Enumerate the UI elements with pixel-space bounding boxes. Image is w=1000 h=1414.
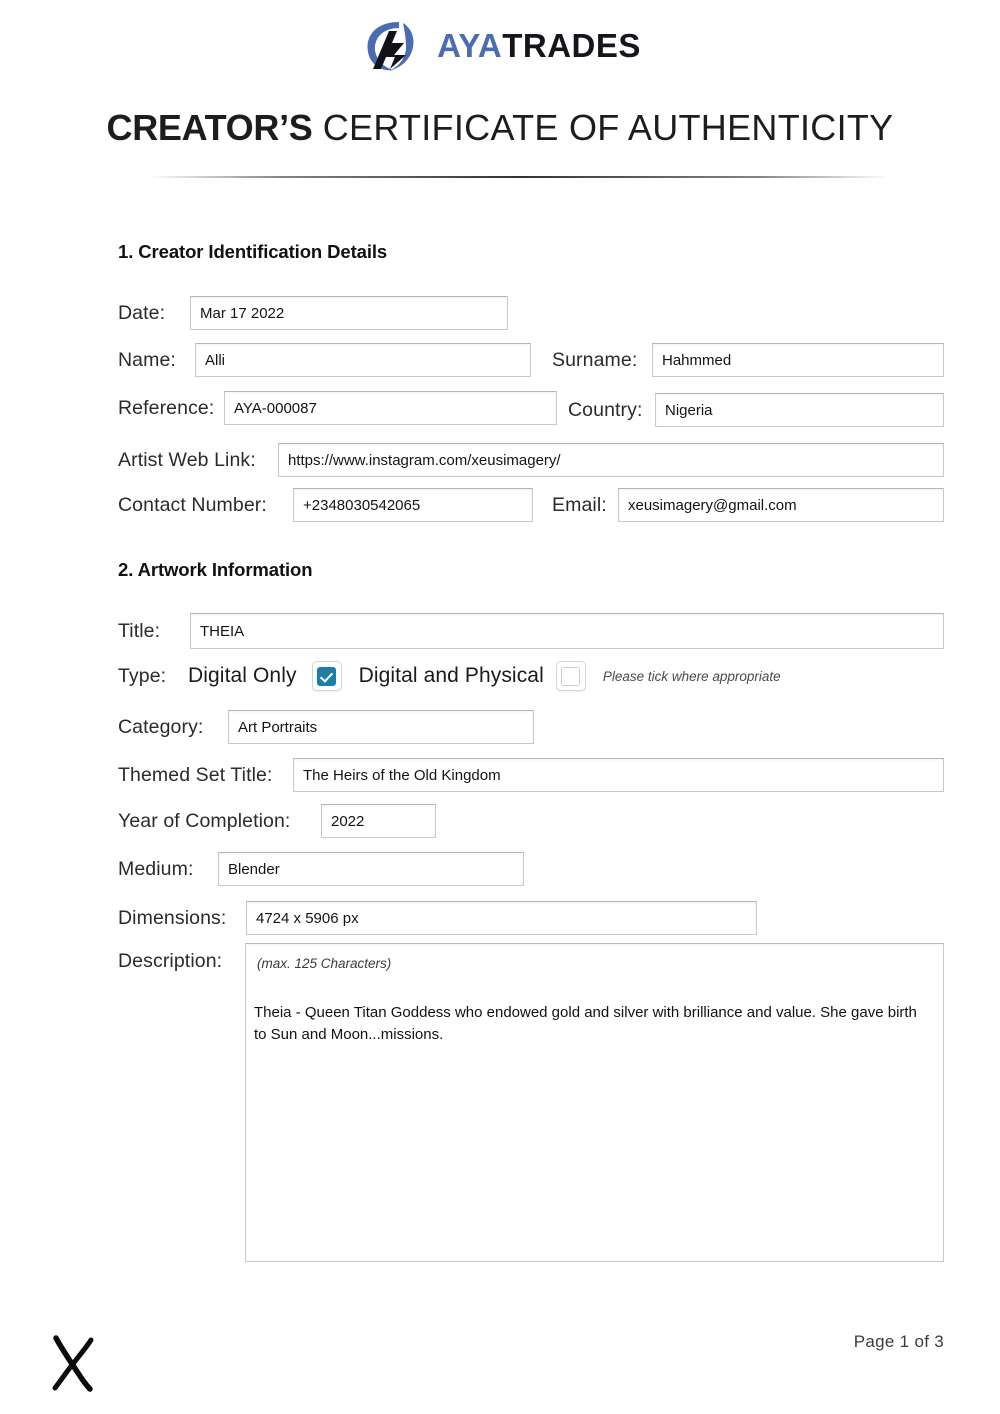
category-label: Category: [118,715,204,738]
date-label: Date: [118,301,166,324]
field-row-name: Name: Alli [118,343,531,377]
themed-set-label: Themed Set Title: [118,763,273,786]
ayatrades-logo-icon [367,22,414,71]
contact-label: Contact Number: [118,493,267,516]
name-field[interactable]: Alli [195,343,531,377]
page-title-light: CERTIFICATE OF AUTHENTICITY [322,107,894,148]
dimensions-field[interactable]: 4724 x 5906 px [246,901,757,935]
date-field[interactable]: Mar 17 2022 [190,296,508,330]
field-row-title: Title: THEIA [118,613,944,649]
description-value: Theia - Queen Titan Goddess who endowed … [254,1004,917,1043]
field-row-type: Type: Digital Only Digital and Physical … [118,661,781,691]
reference-label: Reference: [118,396,215,419]
brand-wordmark: AYA TRADES [437,27,641,65]
section-heading-artwork: 2. Artwork Information [118,559,313,580]
description-textarea[interactable]: (max. 125 Characters) Theia - Queen Tita… [245,943,944,1262]
signature-x-mark [52,1335,94,1392]
type-option-digital-physical-label: Digital and Physical [358,664,544,687]
checkbox-check-icon [317,666,337,686]
surname-field[interactable]: Hahmmed [652,343,944,377]
page-title-strong: CREATOR’S [106,107,313,148]
description-label: Description: [118,950,223,972]
description-hint: (max. 125 Characters) [257,956,392,971]
contact-field[interactable]: +2348030542065 [293,488,533,522]
type-option-digital-only-label: Digital Only [188,664,297,687]
field-row-year: Year of Completion: 2022 [118,804,436,838]
type-checkbox-digital-and-physical[interactable] [555,661,586,691]
brand-name-aya: AYA [437,27,503,64]
type-tick-note: Please tick where appropriate [602,668,781,684]
web-link-field[interactable]: https://www.instagram.com/xeusimagery/ [278,443,944,477]
section-heading-creator: 1. Creator Identification Details [118,241,388,262]
title-divider [148,176,890,178]
page-number: Page 1 of 3 [853,1332,944,1351]
field-row-surname: Surname: Hahmmed [552,343,944,377]
field-row-country: Country: Nigeria [568,393,944,427]
themed-set-field[interactable]: The Heirs of the Old Kingdom [293,758,944,792]
dimensions-label: Dimensions: [118,906,227,929]
category-field[interactable]: Art Portraits [228,710,534,744]
year-field[interactable]: 2022 [321,804,436,838]
field-row-category: Category: Art Portraits [118,710,534,744]
year-label: Year of Completion: [118,809,291,832]
field-row-reference: Reference: AYA-000087 [118,391,557,425]
artwork-title-field[interactable]: THEIA [190,613,944,649]
field-row-contact: Contact Number: +2348030542065 [118,488,533,522]
type-checkbox-digital-only[interactable] [311,661,342,691]
reference-field[interactable]: AYA-000087 [224,391,557,425]
description-label-row: Description: [118,950,222,973]
artwork-title-label: Title: [118,619,161,642]
brand-header: AYA TRADES [0,14,1000,78]
checkbox-empty-icon [561,666,581,686]
country-field[interactable]: Nigeria [655,393,944,427]
medium-field[interactable]: Blender [218,852,524,886]
field-row-email: Email: xeusimagery@gmail.com [552,488,944,522]
brand-name-trades: TRADES [502,27,641,64]
field-row-web-link: Artist Web Link: https://www.instagram.c… [118,443,944,477]
page-title: CREATOR’S CERTIFICATE OF AUTHENTICITY [0,107,1000,149]
medium-label: Medium: [118,857,194,880]
field-row-dimensions: Dimensions: 4724 x 5906 px [118,901,757,935]
email-field[interactable]: xeusimagery@gmail.com [618,488,944,522]
name-label: Name: [118,348,176,371]
field-row-themed-set: Themed Set Title: The Heirs of the Old K… [118,758,944,792]
country-label: Country: [568,398,643,421]
field-row-date: Date: Mar 17 2022 [118,296,508,330]
web-link-label: Artist Web Link: [118,448,256,471]
field-row-medium: Medium: Blender [118,852,524,886]
type-label: Type: [118,664,167,687]
email-label: Email: [552,493,607,516]
surname-label: Surname: [552,348,638,371]
